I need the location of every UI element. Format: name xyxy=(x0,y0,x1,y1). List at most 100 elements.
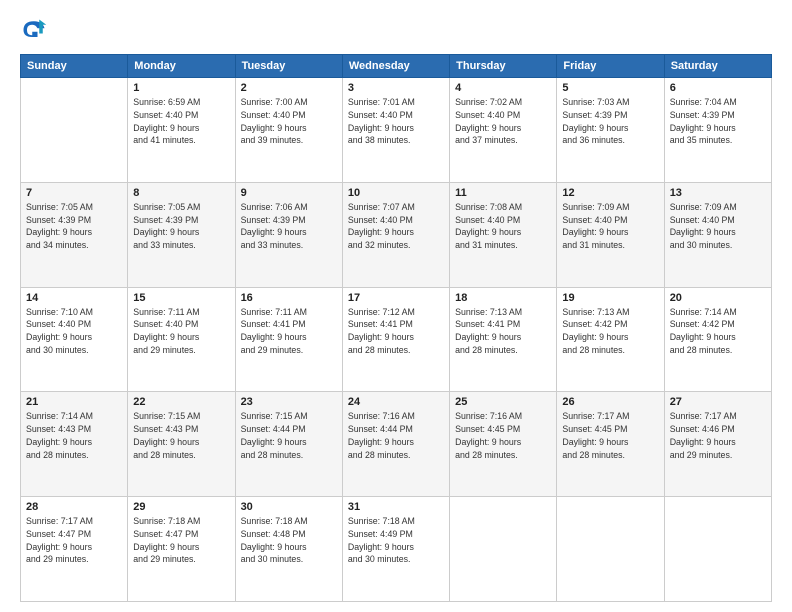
day-number: 22 xyxy=(133,396,229,408)
calendar-header-sunday: Sunday xyxy=(21,55,128,78)
day-number: 29 xyxy=(133,501,229,513)
calendar-cell: 22 Sunrise: 7:15 AM Sunset: 4:43 PM Dayli… xyxy=(128,392,235,497)
calendar-cell: 17 Sunrise: 7:12 AM Sunset: 4:41 PM Dayli… xyxy=(342,287,449,392)
day-number: 7 xyxy=(26,187,122,199)
calendar-cell: 23 Sunrise: 7:15 AM Sunset: 4:44 PM Dayli… xyxy=(235,392,342,497)
day-number: 9 xyxy=(241,187,337,199)
day-info: Sunrise: 7:16 AM Sunset: 4:44 PM Dayligh… xyxy=(348,410,444,461)
day-info: Sunrise: 7:15 AM Sunset: 4:43 PM Dayligh… xyxy=(133,410,229,461)
header xyxy=(20,16,772,44)
day-info: Sunrise: 7:06 AM Sunset: 4:39 PM Dayligh… xyxy=(241,201,337,252)
calendar-header-monday: Monday xyxy=(128,55,235,78)
day-info: Sunrise: 7:13 AM Sunset: 4:41 PM Dayligh… xyxy=(455,306,551,357)
day-number: 15 xyxy=(133,292,229,304)
day-info: Sunrise: 7:10 AM Sunset: 4:40 PM Dayligh… xyxy=(26,306,122,357)
day-info: Sunrise: 7:00 AM Sunset: 4:40 PM Dayligh… xyxy=(241,96,337,147)
day-number: 20 xyxy=(670,292,766,304)
calendar-cell: 20 Sunrise: 7:14 AM Sunset: 4:42 PM Dayli… xyxy=(664,287,771,392)
day-info: Sunrise: 7:14 AM Sunset: 4:42 PM Dayligh… xyxy=(670,306,766,357)
day-info: Sunrise: 7:03 AM Sunset: 4:39 PM Dayligh… xyxy=(562,96,658,147)
calendar-cell: 21 Sunrise: 7:14 AM Sunset: 4:43 PM Dayli… xyxy=(21,392,128,497)
day-number: 16 xyxy=(241,292,337,304)
day-info: Sunrise: 7:18 AM Sunset: 4:49 PM Dayligh… xyxy=(348,515,444,566)
day-number: 26 xyxy=(562,396,658,408)
day-info: Sunrise: 7:16 AM Sunset: 4:45 PM Dayligh… xyxy=(455,410,551,461)
day-info: Sunrise: 7:18 AM Sunset: 4:48 PM Dayligh… xyxy=(241,515,337,566)
day-info: Sunrise: 7:17 AM Sunset: 4:47 PM Dayligh… xyxy=(26,515,122,566)
day-number: 6 xyxy=(670,82,766,94)
day-number: 19 xyxy=(562,292,658,304)
calendar-cell: 2 Sunrise: 7:00 AM Sunset: 4:40 PM Daylig… xyxy=(235,78,342,183)
calendar-cell xyxy=(450,497,557,602)
day-info: Sunrise: 7:12 AM Sunset: 4:41 PM Dayligh… xyxy=(348,306,444,357)
day-number: 18 xyxy=(455,292,551,304)
calendar-cell: 10 Sunrise: 7:07 AM Sunset: 4:40 PM Dayli… xyxy=(342,182,449,287)
calendar-cell: 13 Sunrise: 7:09 AM Sunset: 4:40 PM Dayli… xyxy=(664,182,771,287)
calendar-cell: 8 Sunrise: 7:05 AM Sunset: 4:39 PM Daylig… xyxy=(128,182,235,287)
calendar-cell: 30Sunrise: 7:18 AM Sunset: 4:48 PM Dayli… xyxy=(235,497,342,602)
calendar-header-friday: Friday xyxy=(557,55,664,78)
calendar-cell: 18 Sunrise: 7:13 AM Sunset: 4:41 PM Dayli… xyxy=(450,287,557,392)
calendar-cell xyxy=(21,78,128,183)
day-number: 2 xyxy=(241,82,337,94)
day-number: 11 xyxy=(455,187,551,199)
day-info: Sunrise: 7:15 AM Sunset: 4:44 PM Dayligh… xyxy=(241,410,337,461)
day-number: 25 xyxy=(455,396,551,408)
calendar-cell: 1 Sunrise: 6:59 AM Sunset: 4:40 PM Daylig… xyxy=(128,78,235,183)
day-number: 10 xyxy=(348,187,444,199)
day-info: Sunrise: 7:18 AM Sunset: 4:47 PM Dayligh… xyxy=(133,515,229,566)
calendar-week-row: 1 Sunrise: 6:59 AM Sunset: 4:40 PM Daylig… xyxy=(21,78,772,183)
day-info: Sunrise: 7:11 AM Sunset: 4:40 PM Dayligh… xyxy=(133,306,229,357)
day-number: 1 xyxy=(133,82,229,94)
day-number: 27 xyxy=(670,396,766,408)
calendar-table: SundayMondayTuesdayWednesdayThursdayFrid… xyxy=(20,54,772,602)
day-number: 31 xyxy=(348,501,444,513)
day-info: Sunrise: 7:05 AM Sunset: 4:39 PM Dayligh… xyxy=(26,201,122,252)
calendar-cell: 3 Sunrise: 7:01 AM Sunset: 4:40 PM Daylig… xyxy=(342,78,449,183)
calendar-cell xyxy=(557,497,664,602)
calendar-cell: 9 Sunrise: 7:06 AM Sunset: 4:39 PM Daylig… xyxy=(235,182,342,287)
day-info: Sunrise: 6:59 AM Sunset: 4:40 PM Dayligh… xyxy=(133,96,229,147)
day-number: 23 xyxy=(241,396,337,408)
day-number: 28 xyxy=(26,501,122,513)
calendar-cell: 14 Sunrise: 7:10 AM Sunset: 4:40 PM Dayli… xyxy=(21,287,128,392)
day-number: 4 xyxy=(455,82,551,94)
logo-icon xyxy=(20,16,48,44)
day-info: Sunrise: 7:05 AM Sunset: 4:39 PM Dayligh… xyxy=(133,201,229,252)
calendar-cell: 7 Sunrise: 7:05 AM Sunset: 4:39 PM Daylig… xyxy=(21,182,128,287)
day-info: Sunrise: 7:17 AM Sunset: 4:46 PM Dayligh… xyxy=(670,410,766,461)
logo xyxy=(20,16,52,44)
day-info: Sunrise: 7:08 AM Sunset: 4:40 PM Dayligh… xyxy=(455,201,551,252)
day-info: Sunrise: 7:01 AM Sunset: 4:40 PM Dayligh… xyxy=(348,96,444,147)
day-info: Sunrise: 7:14 AM Sunset: 4:43 PM Dayligh… xyxy=(26,410,122,461)
day-info: Sunrise: 7:13 AM Sunset: 4:42 PM Dayligh… xyxy=(562,306,658,357)
day-number: 13 xyxy=(670,187,766,199)
calendar-week-row: 21 Sunrise: 7:14 AM Sunset: 4:43 PM Dayli… xyxy=(21,392,772,497)
day-number: 5 xyxy=(562,82,658,94)
calendar-cell: 12Sunrise: 7:09 AM Sunset: 4:40 PM Dayli… xyxy=(557,182,664,287)
calendar-header-row: SundayMondayTuesdayWednesdayThursdayFrid… xyxy=(21,55,772,78)
day-number: 17 xyxy=(348,292,444,304)
calendar-cell: 16Sunrise: 7:11 AM Sunset: 4:41 PM Dayli… xyxy=(235,287,342,392)
day-number: 8 xyxy=(133,187,229,199)
calendar-header-tuesday: Tuesday xyxy=(235,55,342,78)
calendar-week-row: 14 Sunrise: 7:10 AM Sunset: 4:40 PM Dayli… xyxy=(21,287,772,392)
calendar-cell: 4Sunrise: 7:02 AM Sunset: 4:40 PM Daylig… xyxy=(450,78,557,183)
calendar-cell: 19 Sunrise: 7:13 AM Sunset: 4:42 PM Dayli… xyxy=(557,287,664,392)
day-info: Sunrise: 7:09 AM Sunset: 4:40 PM Dayligh… xyxy=(670,201,766,252)
calendar-week-row: 7 Sunrise: 7:05 AM Sunset: 4:39 PM Daylig… xyxy=(21,182,772,287)
day-number: 21 xyxy=(26,396,122,408)
day-number: 24 xyxy=(348,396,444,408)
day-number: 14 xyxy=(26,292,122,304)
calendar-cell: 11 Sunrise: 7:08 AM Sunset: 4:40 PM Dayli… xyxy=(450,182,557,287)
calendar-cell: 15 Sunrise: 7:11 AM Sunset: 4:40 PM Dayli… xyxy=(128,287,235,392)
day-info: Sunrise: 7:07 AM Sunset: 4:40 PM Dayligh… xyxy=(348,201,444,252)
calendar-cell: 27 Sunrise: 7:17 AM Sunset: 4:46 PM Dayli… xyxy=(664,392,771,497)
day-info: Sunrise: 7:09 AM Sunset: 4:40 PM Dayligh… xyxy=(562,201,658,252)
calendar-cell: 25 Sunrise: 7:16 AM Sunset: 4:45 PM Dayli… xyxy=(450,392,557,497)
day-number: 3 xyxy=(348,82,444,94)
day-info: Sunrise: 7:17 AM Sunset: 4:45 PM Dayligh… xyxy=(562,410,658,461)
calendar-header-saturday: Saturday xyxy=(664,55,771,78)
page: SundayMondayTuesdayWednesdayThursdayFrid… xyxy=(0,0,792,612)
calendar-week-row: 28 Sunrise: 7:17 AM Sunset: 4:47 PM Dayli… xyxy=(21,497,772,602)
